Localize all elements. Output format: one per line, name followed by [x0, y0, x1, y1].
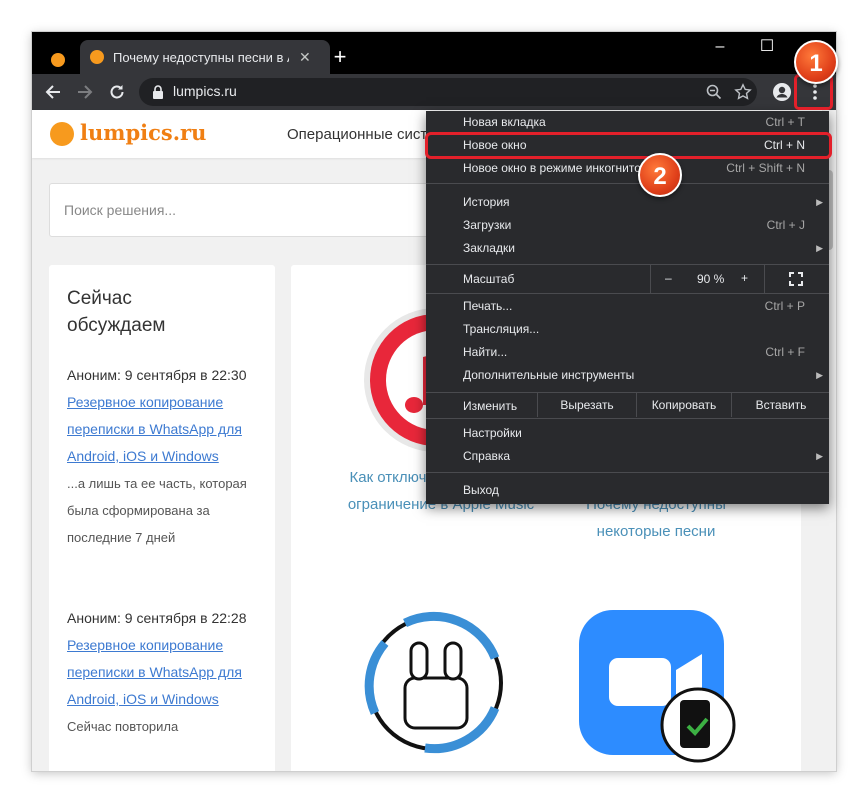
address-bar[interactable]: lumpics.ru: [139, 78, 757, 106]
comment-author-date: Аноним: 9 сентября в 22:28: [67, 610, 247, 626]
comment-item: Аноним: 9 сентября в 22:28 Резервное коп…: [67, 605, 267, 740]
fullscreen-icon: [789, 272, 803, 286]
comment-article-link[interactable]: Резервное копирование переписки в WhatsA…: [67, 632, 267, 713]
zoom-row: Масштаб – 90 % +: [426, 265, 829, 293]
sidebar-title: Сейчас обсуждаем: [67, 288, 166, 336]
zoom-out-icon: [706, 84, 722, 100]
step2-highlight: [425, 132, 832, 159]
edit-label: Изменить: [463, 399, 518, 413]
nav-link-os[interactable]: Операционные систем: [287, 126, 446, 143]
minimize-button[interactable]: –: [700, 34, 740, 62]
menu-item-new-tab[interactable]: Новая вкладка Ctrl + T: [426, 111, 829, 133]
menu-item-help[interactable]: Справка ▶: [426, 445, 829, 467]
menu-item-history[interactable]: История ▶: [426, 191, 829, 213]
title-bar: Почему недоступны песни в Apple ✕ + – ☐: [32, 32, 836, 74]
zoom-in-button[interactable]: +: [741, 271, 748, 285]
step2-badge: 2: [638, 153, 682, 197]
menu-separator: [426, 418, 829, 419]
lumpics-favicon-icon: [51, 53, 65, 67]
cut-button[interactable]: Вырезать: [537, 393, 636, 417]
airpods-sync-icon[interactable]: [355, 603, 515, 763]
menu-separator: [426, 472, 829, 473]
comment-author-date: Аноним: 9 сентября в 22:30: [67, 367, 247, 383]
forward-button[interactable]: [71, 78, 99, 106]
maximize-button[interactable]: ☐: [747, 34, 787, 62]
comment-snippet: Сейчас повторила: [67, 719, 179, 734]
menu-item-downloads[interactable]: Загрузки Ctrl + J: [426, 214, 829, 236]
paste-button[interactable]: Вставить: [731, 393, 830, 417]
menu-item-more-tools[interactable]: Дополнительные инструменты ▶: [426, 364, 829, 386]
comment-item: Аноним: 9 сентября в 22:30 Резервное коп…: [67, 362, 267, 551]
reload-button[interactable]: [103, 78, 131, 106]
submenu-arrow-icon: ▶: [816, 370, 823, 380]
menu-item-find[interactable]: Найти... Ctrl + F: [426, 341, 829, 363]
lumpics-logo-icon[interactable]: [50, 122, 74, 146]
copy-button[interactable]: Копировать: [636, 393, 731, 417]
zoom-label: Масштаб: [463, 272, 515, 286]
step1-badge: 1: [794, 40, 838, 84]
account-icon: [773, 83, 791, 101]
back-arrow-icon: [45, 85, 60, 99]
menu-item-bookmarks[interactable]: Закладки ▶: [426, 237, 829, 259]
reload-icon: [110, 85, 124, 99]
back-button[interactable]: [39, 78, 67, 106]
forward-arrow-icon: [78, 85, 93, 99]
menu-separator: [426, 183, 829, 184]
star-icon: [734, 83, 752, 100]
tab-title: Почему недоступны песни в Apple: [113, 49, 289, 65]
menu-item-incognito-window[interactable]: Новое окно в режиме инкогнито Ctrl + Shif…: [426, 157, 829, 179]
menu-item-cast[interactable]: Трансляция...: [426, 318, 829, 340]
fullscreen-button[interactable]: [764, 265, 830, 293]
comment-article-link[interactable]: Резервное копирование переписки в WhatsA…: [67, 389, 267, 470]
submenu-arrow-icon: ▶: [816, 451, 823, 461]
menu-separator: [426, 293, 829, 294]
edit-row: Изменить Вырезать Копировать Вставить: [426, 393, 829, 417]
tab-close-icon[interactable]: ✕: [299, 49, 311, 66]
zoom-app-icon[interactable]: [576, 600, 741, 765]
zoom-value: 90 %: [697, 272, 725, 286]
site-logo-text[interactable]: lumpics.ru: [80, 120, 206, 145]
chrome-main-menu: Новая вкладка Ctrl + T Новое окно Ctrl + N…: [426, 111, 829, 504]
profile-button[interactable]: [768, 78, 796, 106]
submenu-arrow-icon: ▶: [816, 243, 823, 253]
pinned-tab[interactable]: [40, 46, 76, 74]
site-search-input[interactable]: Поиск решения...: [49, 183, 469, 237]
menu-item-exit[interactable]: Выход: [426, 479, 829, 501]
zoom-out-button[interactable]: –: [665, 271, 672, 285]
menu-item-settings[interactable]: Настройки: [426, 422, 829, 444]
discussion-sidebar: Сейчас обсуждаем Аноним: 9 сентября в 22…: [49, 265, 275, 771]
menu-item-print[interactable]: Печать... Ctrl + P: [426, 295, 829, 317]
toolbar: lumpics.ru: [32, 74, 836, 110]
new-tab-button[interactable]: +: [328, 46, 352, 70]
comment-snippet: ...а лишь та ее часть, которая была сфор…: [67, 476, 247, 545]
lumpics-favicon-icon: [90, 50, 104, 64]
lock-icon: [153, 85, 163, 99]
url-text: lumpics.ru: [173, 83, 237, 99]
active-tab[interactable]: Почему недоступны песни в Apple ✕: [80, 40, 330, 74]
submenu-arrow-icon: ▶: [816, 197, 823, 207]
zoom-controls: – 90 % +: [650, 265, 764, 293]
search-placeholder: Поиск решения...: [64, 202, 177, 218]
